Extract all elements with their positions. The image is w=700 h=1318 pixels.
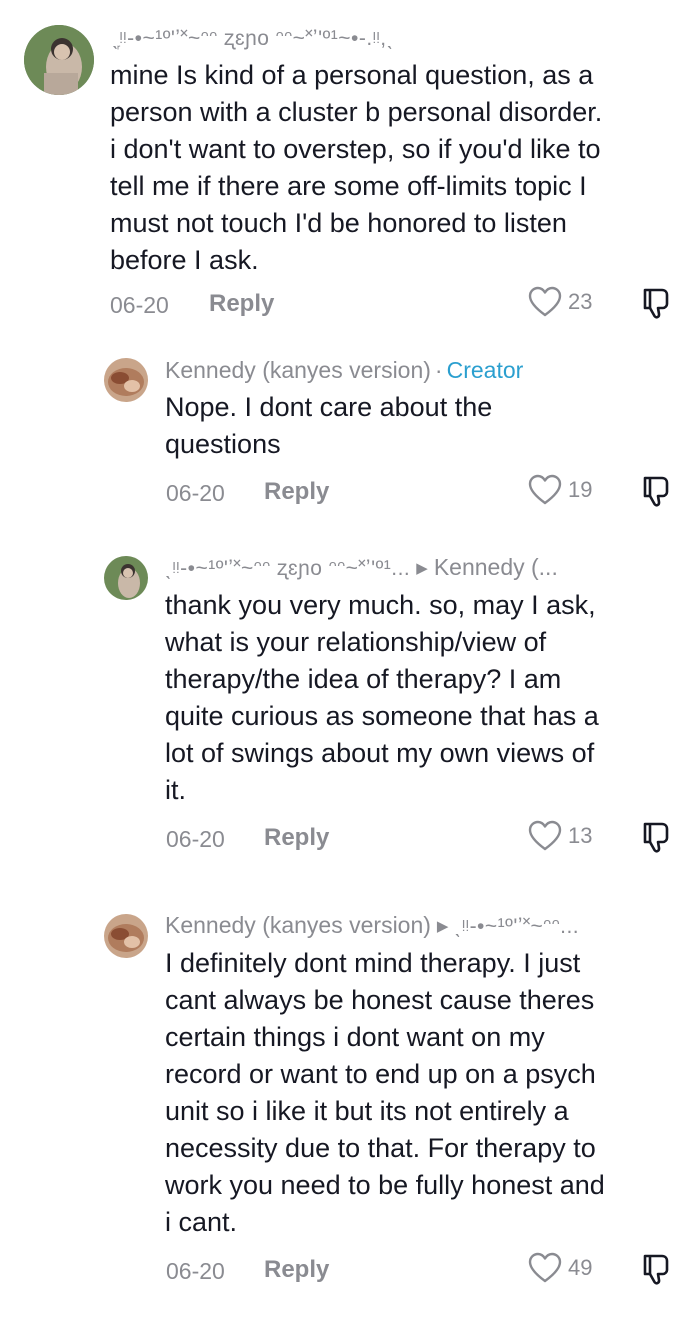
comment-footer: 06-20 Reply 19 xyxy=(166,474,700,514)
comment-text: I definitely dont mind therapy. I just c… xyxy=(165,948,605,1237)
dislike-button[interactable] xyxy=(640,820,674,854)
like-count: 23 xyxy=(568,289,593,314)
username-text[interactable]: ˎᵎᵎ-•~¹º'ʼ˟~ᵔᵔ ʐɛɲo ᵔᵔ~˟ʼ'º¹... xyxy=(165,557,410,580)
heart-icon xyxy=(528,286,562,317)
like-button[interactable]: 23 xyxy=(528,286,592,318)
heart-icon xyxy=(528,820,562,851)
reply-to-name[interactable]: Kennedy (... xyxy=(434,554,558,580)
username-text[interactable]: Kennedy (kanyes version) xyxy=(165,912,431,938)
avatar-image-icon xyxy=(104,914,148,958)
like-count: 19 xyxy=(568,477,593,502)
reply-button[interactable]: Reply xyxy=(264,478,329,506)
like-count: 49 xyxy=(568,1255,593,1280)
thumbs-down-icon xyxy=(643,288,669,319)
avatar-image-icon xyxy=(104,556,148,600)
reply-button[interactable]: Reply xyxy=(209,290,274,318)
comment-date: 06-20 xyxy=(166,1258,225,1284)
reply-arrow-icon: ▶ xyxy=(436,918,449,935)
username[interactable]: Kennedy (kanyes version) ▶ ˎᵎᵎ-•~¹º'ʼ˟~ᵔᵔ.… xyxy=(165,910,579,942)
like-button[interactable]: 49 xyxy=(528,1252,592,1284)
comment-date: 06-20 xyxy=(110,292,169,318)
thumbs-down-icon xyxy=(643,822,669,853)
username[interactable]: Kennedy (kanyes version) · Creator xyxy=(165,355,523,385)
username[interactable]: ˎᵎᵎ-•~¹º'ʼ˟~ᵔᵔ ʐɛɲo ᵔᵔ~˟ʼ'º¹... ▶ Kennedy … xyxy=(165,552,558,584)
avatar[interactable] xyxy=(24,25,94,95)
like-count: 13 xyxy=(568,823,593,848)
reply-button[interactable]: Reply xyxy=(264,824,329,852)
avatar[interactable] xyxy=(104,358,148,402)
comment-text: thank you very much. so, may I ask, what… xyxy=(165,590,599,805)
like-button[interactable]: 13 xyxy=(528,820,592,852)
like-button[interactable]: 19 xyxy=(528,474,592,506)
avatar-image-icon xyxy=(24,25,94,95)
reply-button[interactable]: Reply xyxy=(264,1256,329,1284)
dislike-button[interactable] xyxy=(640,1252,674,1286)
comment-footer: 06-20 Reply 49 xyxy=(166,1252,700,1292)
comment-text: mine Is kind of a personal question, as … xyxy=(110,60,603,275)
username[interactable]: ˎ᷊ᵎᵎ-•~¹º'ʼ˟~ᵔᵔ ʐɛɲo ᵔᵔ~˟ʼ'º¹~•-.ᵎᵎ,ˎ xyxy=(112,22,394,54)
creator-badge: Creator xyxy=(446,357,524,383)
comment-footer: 06-20 Reply 13 xyxy=(166,820,700,860)
dislike-button[interactable] xyxy=(640,286,674,320)
thumbs-down-icon xyxy=(643,1254,669,1285)
dislike-button[interactable] xyxy=(640,474,674,508)
reply-to-name[interactable]: ˎᵎᵎ-•~¹º'ʼ˟~ᵔᵔ... xyxy=(454,915,579,938)
comment-date: 06-20 xyxy=(166,480,225,506)
heart-icon xyxy=(528,1252,562,1283)
heart-icon xyxy=(528,474,562,505)
avatar[interactable] xyxy=(104,914,148,958)
separator: · xyxy=(434,357,443,383)
reply-arrow-icon: ▶ xyxy=(416,560,428,577)
comment-text: Nope. I dont care about the questions xyxy=(165,392,493,459)
avatar[interactable] xyxy=(104,556,148,600)
avatar-image-icon xyxy=(104,358,148,402)
username-text[interactable]: Kennedy (kanyes version) xyxy=(165,357,431,383)
comment-footer: 06-20 Reply 23 xyxy=(110,286,700,326)
comment-date: 06-20 xyxy=(166,826,225,852)
thumbs-down-icon xyxy=(643,476,669,507)
